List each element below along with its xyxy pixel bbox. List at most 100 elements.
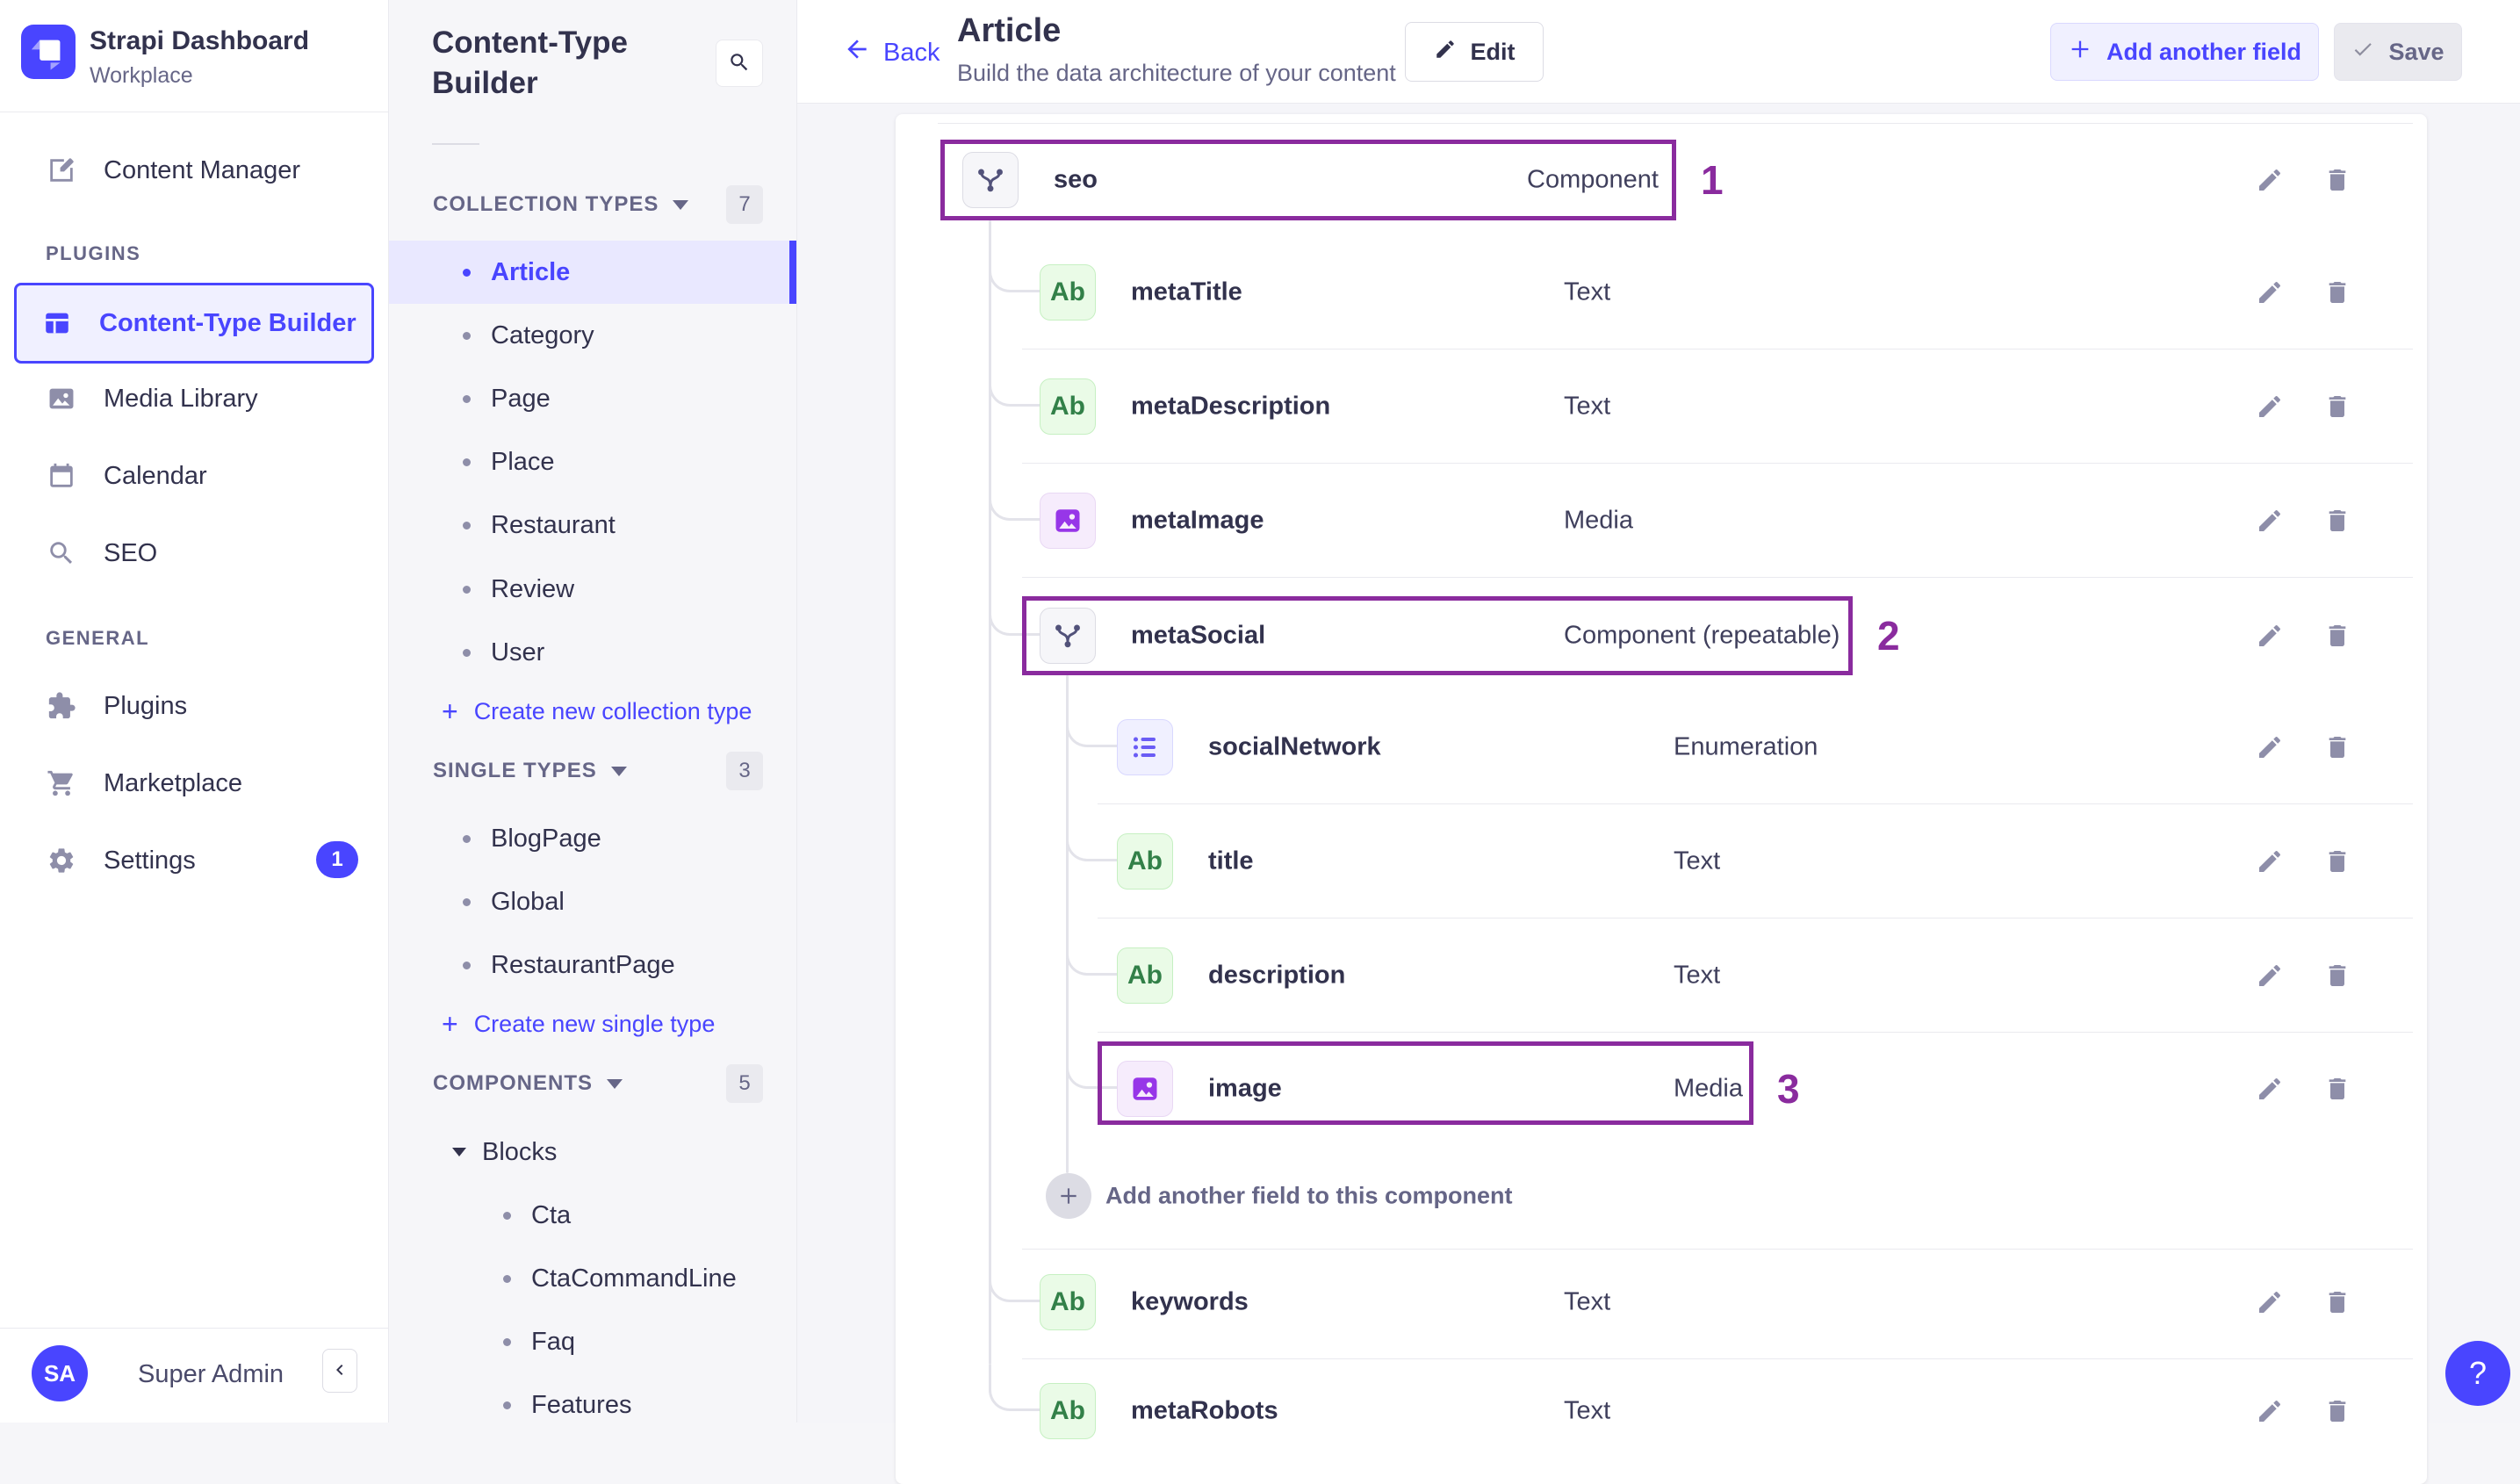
fields-card: 1 2 3 seo Component Ab metaTitle Text Ab… xyxy=(896,114,2427,1484)
sidebar-item-content-type-builder[interactable]: Content-Type Builder xyxy=(14,283,374,364)
sidebar-item-marketplace[interactable]: Marketplace xyxy=(21,745,369,822)
subnav-item-place[interactable]: Place xyxy=(389,430,796,493)
field-name: metaTitle xyxy=(1131,277,1242,306)
edit-field-button[interactable] xyxy=(2252,958,2287,993)
field-name: seo xyxy=(1054,165,1098,194)
sidebar-item-label: Calendar xyxy=(104,461,207,490)
field-name: keywords xyxy=(1131,1287,1249,1316)
delete-field-button[interactable] xyxy=(2320,162,2355,198)
app-title: Strapi Dashboard xyxy=(90,26,310,55)
delete-field-button[interactable] xyxy=(2320,618,2355,653)
ab-glyph: Ab xyxy=(1050,1396,1085,1425)
field-row-metaimage: metaImage Media xyxy=(896,479,2427,563)
sidebar-item-content-manager[interactable]: Content Manager xyxy=(21,132,369,209)
save-label: Save xyxy=(2388,38,2444,65)
subnav-item-article[interactable]: Article xyxy=(389,241,796,304)
subnav-item-user[interactable]: User xyxy=(389,621,796,684)
text-field-icon: Ab xyxy=(1040,264,1096,321)
add-field-to-component-button[interactable]: Add another field to this component xyxy=(896,1154,2427,1238)
edit-field-button[interactable] xyxy=(2252,1285,2287,1320)
sidebar-item-label: Content Manager xyxy=(104,155,301,184)
subnav-item-page[interactable]: Page xyxy=(389,367,796,430)
field-row-metarobots: Ab metaRobots Text xyxy=(896,1369,2427,1453)
item-label: Features xyxy=(531,1390,632,1419)
divider xyxy=(1022,1358,2413,1359)
collection-types-count: 7 xyxy=(726,185,763,224)
bullet-icon xyxy=(503,1337,511,1346)
delete-field-button[interactable] xyxy=(2320,958,2355,993)
content-area: 1 2 3 seo Component Ab metaTitle Text Ab… xyxy=(797,104,2520,1484)
edit-field-button[interactable] xyxy=(2252,503,2287,538)
divider xyxy=(1022,463,2413,464)
subnav-item-faq[interactable]: Faq xyxy=(389,1310,796,1373)
subnav-item-restaurant[interactable]: Restaurant xyxy=(389,493,796,557)
field-name: metaSocial xyxy=(1131,621,1266,650)
edit-field-button[interactable] xyxy=(2252,275,2287,310)
edit-field-button[interactable] xyxy=(2252,1071,2287,1106)
field-name: metaDescription xyxy=(1131,392,1331,421)
sidebar-item-plugins[interactable]: Plugins xyxy=(21,667,369,745)
item-label: Review xyxy=(491,574,575,603)
edit-field-button[interactable] xyxy=(2252,389,2287,424)
create-single-type-link[interactable]: + Create new single type xyxy=(389,996,796,1052)
delete-field-button[interactable] xyxy=(2320,730,2355,765)
sidebar-item-seo[interactable]: SEO xyxy=(21,515,369,592)
edit-button[interactable]: Edit xyxy=(1405,22,1544,82)
bullet-icon xyxy=(463,834,471,843)
section-components[interactable]: COMPONENTS xyxy=(433,1068,623,1099)
field-type: Component (repeatable) xyxy=(1564,621,1840,650)
settings-notification-badge: 1 xyxy=(316,841,358,878)
edit-field-button[interactable] xyxy=(2252,618,2287,653)
subnav-item-global[interactable]: Global xyxy=(389,870,796,933)
component-group-blocks[interactable]: Blocks xyxy=(452,1124,557,1180)
subnav-item-features[interactable]: Features xyxy=(389,1373,796,1437)
edit-field-button[interactable] xyxy=(2252,844,2287,879)
search-button[interactable] xyxy=(716,40,763,87)
collapse-sidebar-button[interactable] xyxy=(322,1349,357,1393)
subnav-item-ctacommandline[interactable]: CtaCommandLine xyxy=(389,1247,796,1310)
divider xyxy=(938,123,2413,124)
sidebar-item-calendar[interactable]: Calendar xyxy=(21,437,369,515)
item-label: Place xyxy=(491,447,555,476)
field-type: Media xyxy=(1564,506,1633,535)
cart-icon xyxy=(46,767,77,799)
back-link[interactable]: Back xyxy=(843,35,940,70)
delete-field-button[interactable] xyxy=(2320,389,2355,424)
sidebar-item-media-library[interactable]: Media Library xyxy=(21,360,369,437)
delete-field-button[interactable] xyxy=(2320,1071,2355,1106)
bullet-icon xyxy=(463,521,471,529)
subnav-item-cta[interactable]: Cta xyxy=(389,1184,796,1247)
save-button[interactable]: Save xyxy=(2334,23,2462,81)
delete-field-button[interactable] xyxy=(2320,275,2355,310)
create-collection-type-link[interactable]: + Create new collection type xyxy=(389,683,796,739)
help-button[interactable]: ? xyxy=(2445,1341,2510,1406)
section-single-types[interactable]: SINGLE TYPES xyxy=(433,755,627,787)
bullet-icon xyxy=(463,961,471,969)
edit-field-button[interactable] xyxy=(2252,1394,2287,1429)
bullet-icon xyxy=(503,1274,511,1283)
text-field-icon: Ab xyxy=(1040,378,1096,435)
edit-field-button[interactable] xyxy=(2252,730,2287,765)
section-collection-types[interactable]: COLLECTION TYPES xyxy=(433,189,689,220)
delete-field-button[interactable] xyxy=(2320,844,2355,879)
strapi-logo-icon xyxy=(21,25,76,79)
add-another-field-button[interactable]: Add another field xyxy=(2050,23,2319,81)
field-row-metadescription: Ab metaDescription Text xyxy=(896,364,2427,449)
delete-field-button[interactable] xyxy=(2320,1285,2355,1320)
group-label: Blocks xyxy=(482,1137,558,1166)
content-type-builder-subnav: Content-Type Builder COLLECTION TYPES 7 … xyxy=(389,0,797,1423)
delete-field-button[interactable] xyxy=(2320,503,2355,538)
field-type: Text xyxy=(1564,1396,1611,1425)
delete-field-button[interactable] xyxy=(2320,1394,2355,1429)
subnav-item-review[interactable]: Review xyxy=(389,558,796,621)
subnav-item-restaurantpage[interactable]: RestaurantPage xyxy=(389,933,796,997)
text-field-icon: Ab xyxy=(1117,833,1173,890)
user-name: Super Admin xyxy=(138,1360,284,1388)
user-avatar[interactable]: SA xyxy=(32,1345,88,1401)
field-type: Enumeration xyxy=(1674,732,1818,761)
puzzle-icon xyxy=(46,690,77,722)
subnav-item-blogpage[interactable]: BlogPage xyxy=(389,807,796,870)
edit-field-button[interactable] xyxy=(2252,162,2287,198)
ab-glyph: Ab xyxy=(1127,846,1163,875)
subnav-item-category[interactable]: Category xyxy=(389,304,796,367)
